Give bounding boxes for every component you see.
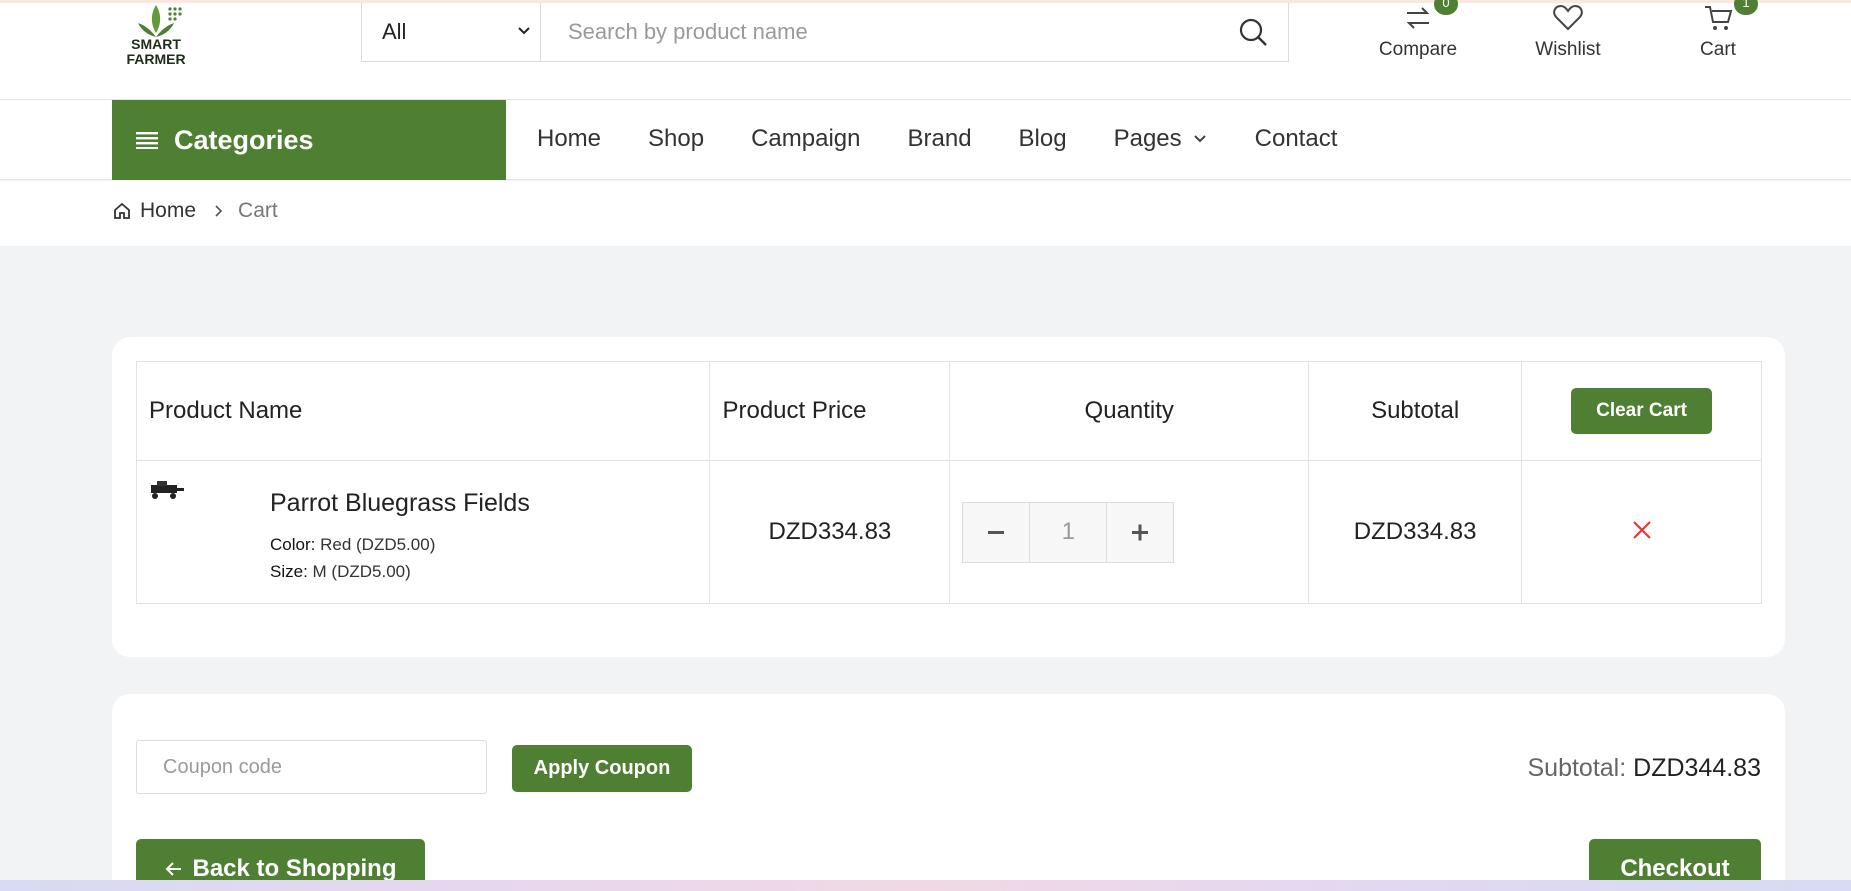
search-input[interactable] <box>542 3 1222 61</box>
compare-icon <box>1406 7 1430 29</box>
minus-icon <box>988 531 1005 534</box>
cart-summary-card: Apply Coupon Subtotal: DZD344.83 Back to… <box>112 694 1785 891</box>
product-name[interactable]: Parrot Bluegrass Fields <box>270 489 530 518</box>
wishlist-button[interactable]: Wishlist <box>1508 3 1628 61</box>
breadcrumb: Home Cart <box>112 199 278 223</box>
nav-link-campaign[interactable]: Campaign <box>751 125 860 153</box>
chevron-down-icon <box>1193 135 1206 143</box>
product-color-label: Color: <box>270 535 316 554</box>
header-clear: Clear Cart <box>1521 361 1762 461</box>
categories-label: Categories <box>174 124 314 155</box>
increase-quantity-button[interactable] <box>1106 501 1175 563</box>
category-select-value: All <box>382 19 407 44</box>
cart-table: Product Name Product Price Quantity Subt… <box>135 361 1762 604</box>
decrease-quantity-button[interactable] <box>962 501 1031 563</box>
menu-icon <box>136 132 158 149</box>
clear-cart-button[interactable]: Clear Cart <box>1571 388 1713 434</box>
nav-link-brand[interactable]: Brand <box>908 125 972 153</box>
quantity-input[interactable]: 1 <box>1030 501 1107 563</box>
compare-label: Compare <box>1378 39 1458 60</box>
cart-card: Product Name Product Price Quantity Subt… <box>112 337 1785 657</box>
cart-label: Cart <box>1700 39 1736 60</box>
leaf-logo-icon <box>138 5 182 37</box>
cart-button[interactable]: 1 Cart <box>1658 0 1778 61</box>
nav-link-pages[interactable]: Pages <box>1114 125 1208 153</box>
chevron-right-icon <box>215 205 223 217</box>
header-quantity: Quantity <box>949 361 1310 461</box>
header-subtotal: Subtotal <box>1308 361 1523 461</box>
header-product-name: Product Name <box>135 361 711 461</box>
apply-coupon-button[interactable]: Apply Coupon <box>512 745 692 792</box>
plus-icon <box>1132 524 1149 541</box>
quantity-cell: 1 <box>949 460 1310 604</box>
cart-table-header: Product Name Product Price Quantity Subt… <box>135 361 1762 461</box>
logo-text: SMART FARMER <box>118 37 194 67</box>
product-size: Size: M (DZD5.00) <box>270 562 411 582</box>
remove-item-button[interactable] <box>1631 519 1653 541</box>
nav-links: Home Shop Campaign Brand Blog Pages Cont… <box>537 100 1384 178</box>
breadcrumb-home[interactable]: Home <box>140 199 196 223</box>
product-subtotal: DZD334.83 <box>1308 460 1523 604</box>
main-navbar: Categories Home Shop Campaign Brand Blog… <box>0 100 1851 180</box>
category-select[interactable]: All <box>362 3 541 61</box>
nav-link-blog[interactable]: Blog <box>1019 125 1067 153</box>
header-product-price: Product Price <box>709 361 951 461</box>
product-price: DZD334.83 <box>709 460 951 604</box>
nav-link-home[interactable]: Home <box>537 125 601 153</box>
breadcrumb-current: Cart <box>238 199 278 222</box>
search-bar: All <box>361 3 1289 62</box>
product-color: Color: Red (DZD5.00) <box>270 535 435 555</box>
cart-count-badge: 1 <box>1734 0 1758 15</box>
nav-link-contact[interactable]: Contact <box>1255 125 1338 153</box>
table-row: Parrot Bluegrass Fields Color: Red (DZD5… <box>135 460 1762 604</box>
cart-subtotal-value: DZD344.83 <box>1633 754 1761 782</box>
wishlist-label: Wishlist <box>1535 39 1601 60</box>
search-icon[interactable] <box>1236 15 1270 49</box>
categories-button[interactable]: Categories <box>112 100 506 180</box>
cart-subtotal-label: Subtotal: <box>1527 754 1627 782</box>
product-color-value: Red (DZD5.00) <box>320 535 436 554</box>
cart-icon <box>1705 6 1733 30</box>
close-icon <box>1632 520 1651 539</box>
cart-subtotal: Subtotal: DZD344.83 <box>1528 754 1762 783</box>
quantity-stepper: 1 <box>962 501 1308 563</box>
taskbar-strip <box>0 880 1851 891</box>
compare-count-badge: 0 <box>1434 0 1458 15</box>
compare-button[interactable]: 0 Compare <box>1358 0 1478 61</box>
coupon-input[interactable] <box>136 740 487 794</box>
breadcrumb-bar: Home Cart <box>0 181 1851 246</box>
nav-link-shop[interactable]: Shop <box>648 125 704 153</box>
product-cell: Parrot Bluegrass Fields Color: Red (DZD5… <box>135 460 711 604</box>
nav-link-pages-label: Pages <box>1113 125 1182 152</box>
arrow-left-icon <box>165 862 181 876</box>
product-size-value: M (DZD5.00) <box>312 562 411 581</box>
product-thumbnail[interactable] <box>147 479 185 501</box>
chevron-down-icon <box>518 27 530 35</box>
heart-icon <box>1553 4 1583 31</box>
back-to-shopping-label: Back to Shopping <box>192 855 397 882</box>
product-size-label: Size: <box>270 562 308 581</box>
logo-text-line1: SMART <box>131 36 181 52</box>
site-header: SMART FARMER All 0 Compare Wishlist <box>0 0 1851 100</box>
home-icon[interactable] <box>112 201 132 221</box>
remove-cell <box>1521 460 1762 604</box>
logo-text-line2: FARMER <box>126 51 186 67</box>
